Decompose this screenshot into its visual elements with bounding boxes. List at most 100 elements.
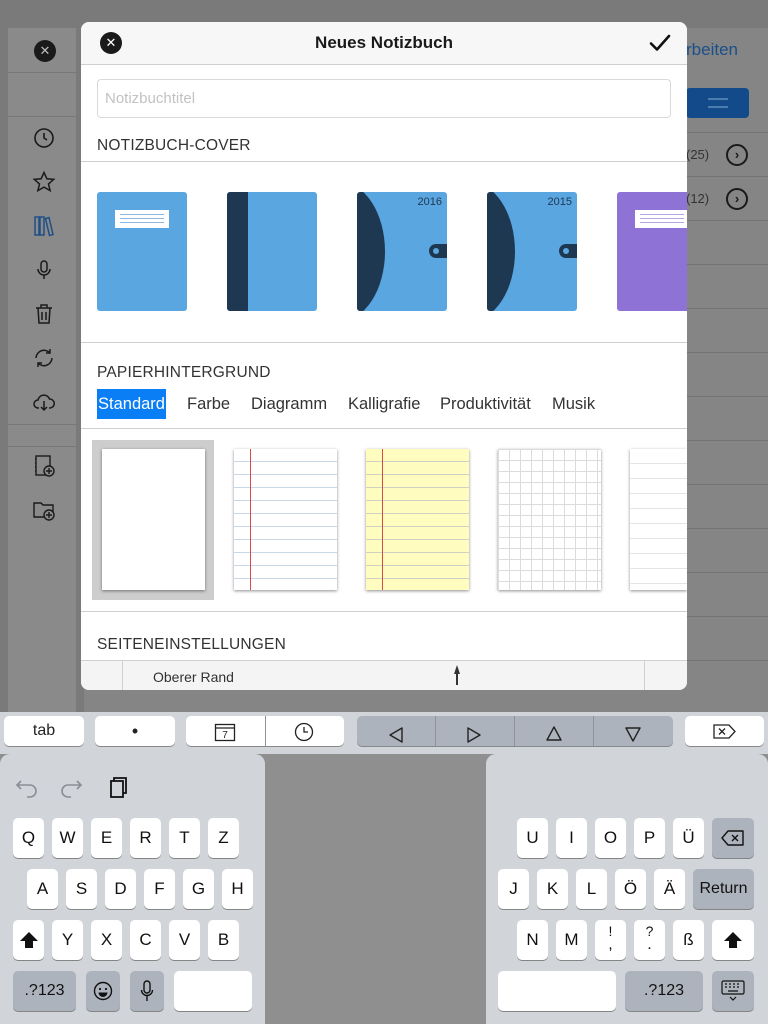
return-key[interactable]: Return xyxy=(693,869,754,909)
key-c[interactable]: C xyxy=(130,920,161,960)
key-k[interactable]: K xyxy=(537,869,568,909)
cover-arc xyxy=(357,192,385,311)
paste-icon[interactable] xyxy=(102,772,132,802)
key-t[interactable]: T xyxy=(169,818,200,858)
trash-icon xyxy=(30,300,58,328)
calendar-day: 7 xyxy=(222,730,228,741)
shift-icon xyxy=(724,932,742,948)
emoji-icon xyxy=(93,981,113,1001)
tab-farbe[interactable]: Farbe xyxy=(187,389,230,419)
key-s[interactable]: S xyxy=(66,869,97,909)
paper-option-ruled[interactable] xyxy=(234,449,337,590)
key-o[interactable]: O xyxy=(595,818,626,858)
key-exclaim-comma[interactable]: ! , xyxy=(595,920,626,960)
tab-kalligrafie[interactable]: Kalligrafie xyxy=(348,389,420,419)
microphone-icon xyxy=(140,980,154,1001)
key-i[interactable]: I xyxy=(556,818,587,858)
calendar-icon[interactable]: 7 xyxy=(214,722,236,742)
key-l[interactable]: L xyxy=(576,869,607,909)
tab-standard[interactable]: Standard xyxy=(97,389,166,419)
clock-icon[interactable] xyxy=(294,722,314,742)
paper-option-yellow-ruled[interactable] xyxy=(366,449,469,590)
sidebar-close-icon: ✕ xyxy=(34,40,56,62)
paper-option-faint-ruled[interactable] xyxy=(630,449,687,590)
emoji-key[interactable] xyxy=(86,971,120,1011)
arrow-down-icon[interactable] xyxy=(624,726,642,742)
key-b[interactable]: B xyxy=(208,920,239,960)
arrow-right-icon[interactable] xyxy=(465,727,483,743)
cover-option-spine-blue[interactable] xyxy=(227,192,317,311)
key-n[interactable]: N xyxy=(517,920,548,960)
microphone-icon xyxy=(30,256,58,284)
space-key-right[interactable] xyxy=(498,971,616,1011)
dictation-key[interactable] xyxy=(130,971,164,1011)
key-j[interactable]: J xyxy=(498,869,529,909)
divider xyxy=(81,161,687,162)
key-a[interactable]: A xyxy=(27,869,58,909)
key-v[interactable]: V xyxy=(169,920,200,960)
key-y[interactable]: Y xyxy=(52,920,83,960)
cover-section-title: NOTIZBUCH-COVER xyxy=(97,137,251,154)
arrow-left-icon[interactable] xyxy=(387,727,405,743)
key-u[interactable]: U xyxy=(517,818,548,858)
top-margin-row[interactable]: Oberer Rand xyxy=(81,660,687,690)
cover-option-labeled-purple[interactable] xyxy=(617,192,687,311)
redo-icon[interactable] xyxy=(56,772,86,802)
space-key-left[interactable] xyxy=(174,971,252,1011)
new-notebook-icon xyxy=(30,452,58,480)
sidebar-divider xyxy=(8,446,76,447)
background-sidebar: ✕ xyxy=(8,28,76,712)
arrow-up-icon[interactable] xyxy=(545,726,563,742)
bullet-key[interactable]: • xyxy=(95,716,175,746)
key-x[interactable]: X xyxy=(91,920,122,960)
key-ae[interactable]: Ä xyxy=(654,869,685,909)
numbers-key-right[interactable]: .?123 xyxy=(625,971,703,1011)
undo-icon[interactable] xyxy=(12,772,42,802)
tab-produktivitaet[interactable]: Produktivität xyxy=(440,389,531,419)
background-row-divider xyxy=(686,572,768,573)
background-row-divider xyxy=(686,264,768,265)
key-w[interactable]: W xyxy=(52,818,83,858)
shift-key-left[interactable] xyxy=(13,920,44,960)
cover-clasp xyxy=(429,244,447,258)
shift-key-right[interactable] xyxy=(712,920,754,960)
tab-key[interactable]: tab xyxy=(4,716,84,746)
paper-option-grid[interactable] xyxy=(498,449,601,590)
paper-option-blank[interactable] xyxy=(102,449,205,590)
list-icon xyxy=(708,98,728,108)
tab-diagramm[interactable]: Diagramm xyxy=(251,389,327,419)
margin-marker-icon[interactable] xyxy=(453,665,461,685)
hide-keyboard-key[interactable] xyxy=(712,971,754,1011)
key-h[interactable]: H xyxy=(222,869,253,909)
key-oe[interactable]: Ö xyxy=(615,869,646,909)
numbers-key-left[interactable]: .?123 xyxy=(13,971,76,1011)
checkmark-icon xyxy=(649,34,671,51)
cover-option-labeled-blue[interactable] xyxy=(97,192,187,311)
keyboard-right-half: U I O P Ü J K L Ö Ä Return N M ! , ? . ß… xyxy=(486,754,768,1024)
new-folder-icon xyxy=(30,496,58,524)
key-e[interactable]: E xyxy=(91,818,122,858)
key-m[interactable]: M xyxy=(556,920,587,960)
key-g[interactable]: G xyxy=(183,869,214,909)
confirm-button[interactable] xyxy=(647,30,673,56)
cover-option-planner-2016[interactable]: 2016 xyxy=(357,192,447,311)
key-ue[interactable]: Ü xyxy=(673,818,704,858)
notebook-title-input[interactable] xyxy=(97,79,671,118)
backspace-key[interactable] xyxy=(712,818,754,858)
row-count: (25) xyxy=(686,147,710,162)
key-question-period[interactable]: ? . xyxy=(634,920,665,960)
sidebar-divider xyxy=(8,72,76,73)
background-row-divider xyxy=(686,308,768,309)
key-q[interactable]: Q xyxy=(13,818,44,858)
background-row-divider xyxy=(686,440,768,441)
key-p[interactable]: P xyxy=(634,818,665,858)
key-f[interactable]: F xyxy=(144,869,175,909)
key-z[interactable]: Z xyxy=(208,818,239,858)
key-d[interactable]: D xyxy=(105,869,136,909)
tab-musik[interactable]: Musik xyxy=(552,389,595,419)
key-eszett[interactable]: ß xyxy=(673,920,704,960)
background-row-divider xyxy=(686,176,768,177)
key-r[interactable]: R xyxy=(130,818,161,858)
forward-delete-key[interactable] xyxy=(685,716,764,746)
cover-option-planner-2015[interactable]: 2015 xyxy=(487,192,577,311)
